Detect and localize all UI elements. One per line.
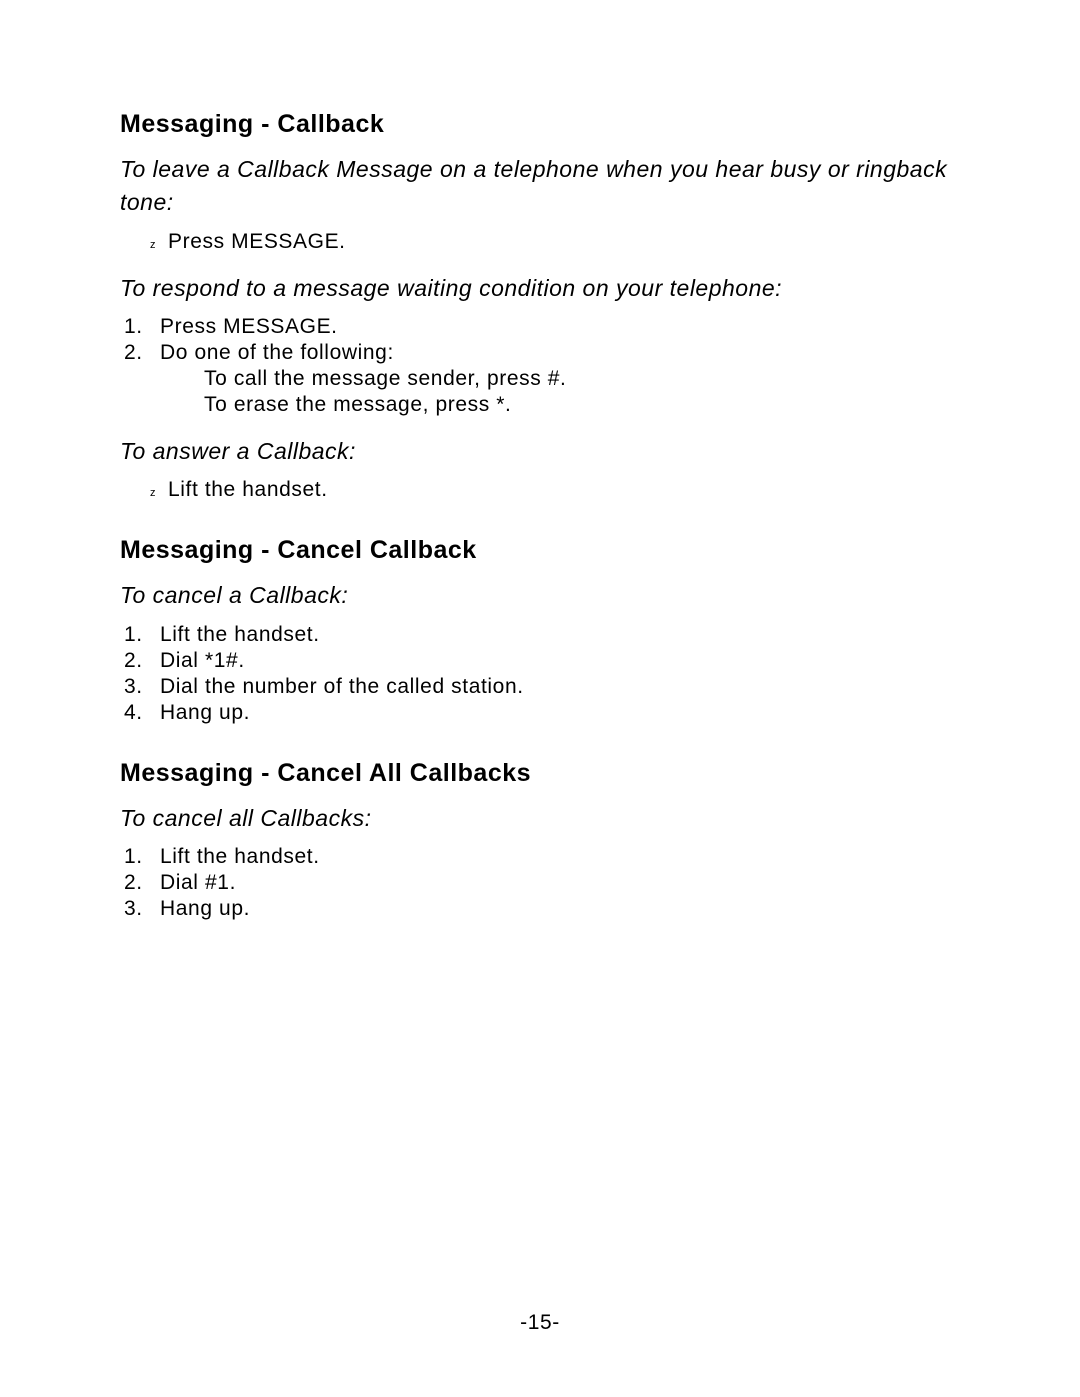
bullet-icon: z	[150, 487, 168, 499]
section-heading: Messaging - Cancel All Callbacks	[120, 759, 960, 788]
bullet-icon: z	[150, 239, 168, 251]
scenario-text: To cancel a Callback:	[120, 579, 960, 612]
numbered-text: Hang up.	[160, 897, 250, 921]
number-marker: 2.	[124, 871, 160, 895]
number-marker: 1.	[124, 845, 160, 869]
numbered-item: 1. Press MESSAGE.	[124, 315, 960, 339]
numbered-item: 2. Do one of the following:	[124, 341, 960, 365]
numbered-text: Press MESSAGE.	[160, 315, 338, 339]
instruction-block: To leave a Callback Message on a telepho…	[120, 153, 960, 254]
numbered-text: Dial #1.	[160, 871, 236, 895]
numbered-item: 2. Dial *1#.	[124, 649, 960, 673]
scenario-text: To answer a Callback:	[120, 435, 960, 468]
scenario-text: To cancel all Callbacks:	[120, 802, 960, 835]
numbered-text: Lift the handset.	[160, 623, 320, 647]
number-marker: 1.	[124, 315, 160, 339]
numbered-item: 4. Hang up.	[124, 701, 960, 725]
document-page: Messaging - Callback To leave a Callback…	[0, 0, 1080, 1397]
instruction-block: To cancel all Callbacks: 1. Lift the han…	[120, 802, 960, 921]
numbered-item: 3. Dial the number of the called station…	[124, 675, 960, 699]
bullet-item: z Press MESSAGE.	[150, 230, 960, 254]
number-marker: 3.	[124, 897, 160, 921]
number-marker: 1.	[124, 623, 160, 647]
numbered-text: Do one of the following:	[160, 341, 394, 365]
numbered-item: 2. Dial #1.	[124, 871, 960, 895]
numbered-item: 3. Hang up.	[124, 897, 960, 921]
scenario-text: To leave a Callback Message on a telepho…	[120, 153, 960, 220]
bullet-text: Lift the handset.	[168, 478, 328, 502]
section-heading: Messaging - Cancel Callback	[120, 536, 960, 565]
number-marker: 2.	[124, 649, 160, 673]
section-heading: Messaging - Callback	[120, 110, 960, 139]
number-marker: 2.	[124, 341, 160, 365]
instruction-block: To answer a Callback: z Lift the handset…	[120, 435, 960, 502]
bullet-text: Press MESSAGE.	[168, 230, 346, 254]
numbered-text: Hang up.	[160, 701, 250, 725]
numbered-text: Dial *1#.	[160, 649, 245, 673]
instruction-block: To respond to a message waiting conditio…	[120, 272, 960, 417]
numbered-item: 1. Lift the handset.	[124, 845, 960, 869]
sub-item: To call the message sender, press #.	[204, 367, 960, 391]
numbered-text: Dial the number of the called station.	[160, 675, 524, 699]
bullet-item: z Lift the handset.	[150, 478, 960, 502]
sub-item: To erase the message, press *.	[204, 393, 960, 417]
number-marker: 3.	[124, 675, 160, 699]
numbered-item: 1. Lift the handset.	[124, 623, 960, 647]
numbered-text: Lift the handset.	[160, 845, 320, 869]
instruction-block: To cancel a Callback: 1. Lift the handse…	[120, 579, 960, 724]
page-number: -15-	[0, 1311, 1080, 1335]
number-marker: 4.	[124, 701, 160, 725]
scenario-text: To respond to a message waiting conditio…	[120, 272, 960, 305]
